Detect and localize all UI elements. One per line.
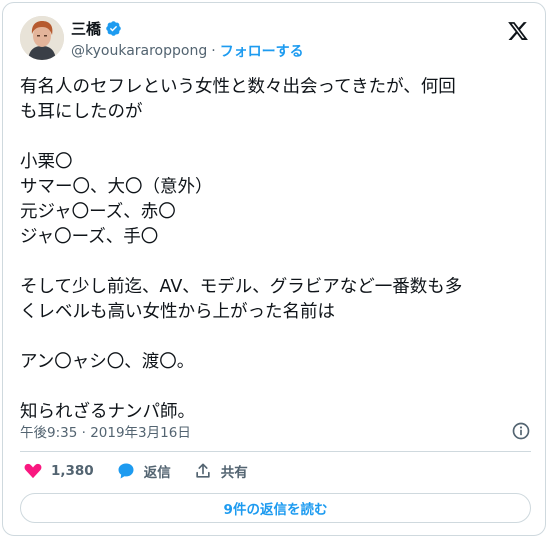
tweet-text: 有名人のセフレという女性と数々出会ってきたが、何回 も耳にしたのが 小栗〇 サマ… <box>20 77 463 422</box>
reply-button[interactable]: 返信 <box>116 461 171 481</box>
reply-bubble-icon <box>118 463 134 479</box>
name-row: 三橋 <box>71 18 122 39</box>
read-replies-button[interactable]: 9件の返信を読む <box>20 493 531 523</box>
action-bar: 1,380 返信 共有 <box>23 461 270 481</box>
tweet-header: 三橋 @kyoukararoppong · フォローする <box>20 16 533 64</box>
divider <box>20 451 531 452</box>
heart-icon <box>24 463 42 479</box>
like-button[interactable]: 1,380 <box>23 461 94 481</box>
tweet-timestamp[interactable]: 午後9:35 · 2019年3月16日 <box>20 421 191 441</box>
verified-badge-icon <box>106 21 121 36</box>
user-handle[interactable]: @kyoukararoppong <box>71 43 207 59</box>
x-logo-icon[interactable] <box>507 20 529 42</box>
follow-button[interactable]: フォローする <box>220 41 304 61</box>
reply-label: 返信 <box>143 465 171 481</box>
info-icon[interactable] <box>511 421 531 441</box>
share-button[interactable]: 共有 <box>193 461 248 481</box>
avatar[interactable] <box>20 16 64 60</box>
share-icon <box>196 463 210 478</box>
like-count: 1,380 <box>51 463 94 479</box>
display-name[interactable]: 三橋 <box>71 18 101 39</box>
share-label: 共有 <box>220 465 248 481</box>
separator-dot: · <box>211 43 216 59</box>
handle-row: @kyoukararoppong · フォローする <box>71 41 304 61</box>
tweet-card: 三橋 @kyoukararoppong · フォローする 有名人のセフレという女… <box>2 2 546 536</box>
